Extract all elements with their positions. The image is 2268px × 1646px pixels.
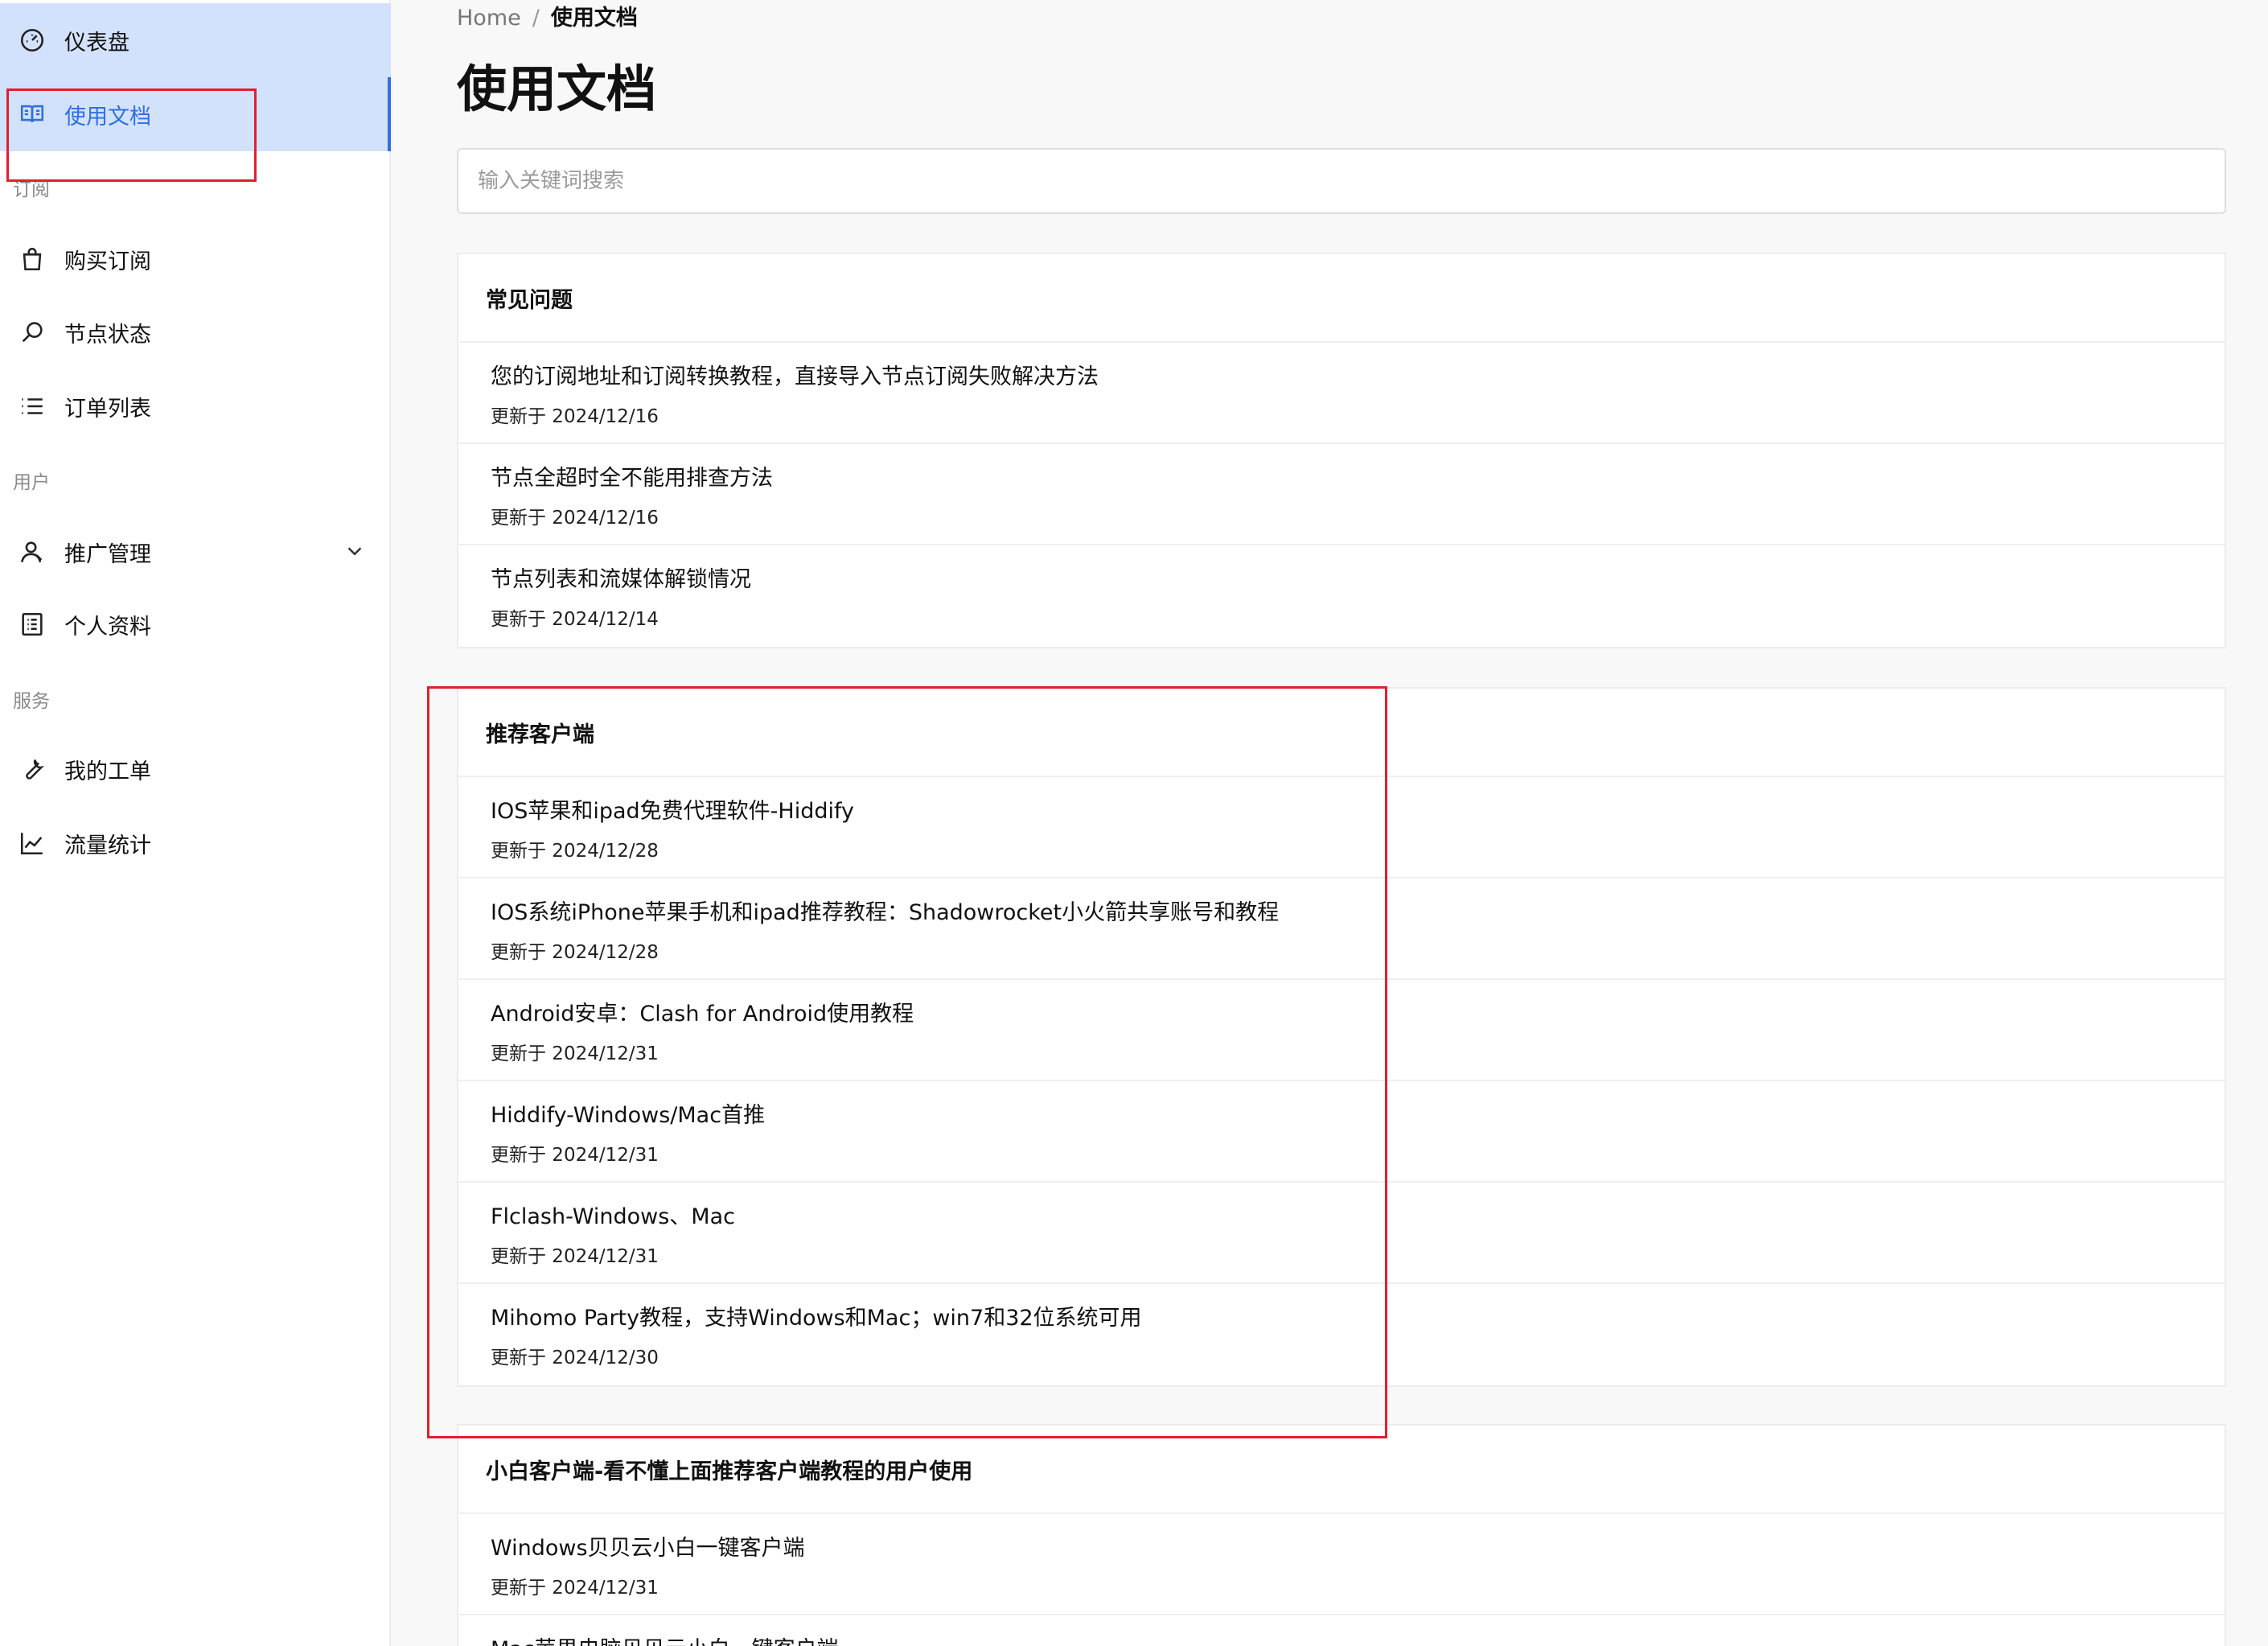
sidebar-item-traffic-stats[interactable]: 流量统计	[0, 806, 391, 880]
breadcrumb-current: 使用文档	[550, 6, 638, 31]
list-icon	[16, 390, 48, 422]
list-item[interactable]: 节点列表和流媒体解锁情况 更新于 2024/12/14	[458, 545, 2225, 647]
sidebar-item-tickets[interactable]: 我的工单	[0, 732, 391, 806]
sidebar-item-label: 购买订阅	[64, 249, 151, 274]
sidebar-group-subscription: 订阅	[13, 179, 50, 200]
section-faq: 常见问题 您的订阅地址和订阅转换教程，直接导入节点订阅失败解决方法 更新于 20…	[457, 253, 2226, 648]
article-title: 节点列表和流媒体解锁情况	[491, 567, 751, 592]
sidebar-item-node-status[interactable]: 节点状态	[0, 295, 391, 369]
search-icon	[16, 316, 48, 348]
profile-icon	[16, 608, 48, 640]
chevron-down-icon[interactable]	[343, 539, 367, 563]
article-date: 更新于 2024/12/14	[491, 609, 659, 630]
list-item[interactable]: Mac苹果电脑贝贝云小白一键客户端	[458, 1615, 2225, 1646]
search-input[interactable]	[457, 148, 2226, 214]
sidebar: 仪表盘 使用文档 订阅 购买订阅 节点状态 订单列表 用户 推广管理 个人资料 …	[0, 0, 391, 1646]
article-date: 更新于 2024/12/31	[491, 1043, 659, 1064]
list-item[interactable]: Hiddify-Windows/Mac首推 更新于 2024/12/31	[458, 1081, 2225, 1183]
article-title: Android安卓：Clash for Android使用教程	[491, 1002, 914, 1027]
sidebar-item-order-list[interactable]: 订单列表	[0, 369, 391, 443]
article-title: Mihomo Party教程，支持Windows和Mac；win7和32位系统可…	[491, 1306, 1142, 1331]
sidebar-item-label: 订单列表	[64, 396, 151, 422]
article-title: IOS系统iPhone苹果手机和ipad推荐教程：Shadowrocket小火箭…	[491, 900, 1280, 925]
sidebar-item-profile[interactable]: 个人资料	[0, 587, 391, 661]
article-title: 您的订阅地址和订阅转换教程，直接导入节点订阅失败解决方法	[491, 364, 1099, 389]
article-date: 更新于 2024/12/16	[491, 406, 659, 427]
article-title: IOS苹果和ipad免费代理软件-Hiddify	[491, 799, 855, 824]
book-icon	[16, 98, 48, 130]
list-item[interactable]: Flclash-Windows、Mac 更新于 2024/12/31	[458, 1183, 2225, 1284]
sidebar-item-dashboard[interactable]: 仪表盘	[0, 3, 391, 77]
sidebar-item-label: 使用文档	[64, 104, 151, 130]
sidebar-item-label: 流量统计	[64, 833, 151, 858]
article-date: 更新于 2024/12/28	[491, 942, 659, 963]
breadcrumb: Home / 使用文档	[457, 0, 638, 31]
shopping-bag-icon	[16, 243, 48, 275]
section-beginner-clients: 小白客户端-看不懂上面推荐客户端教程的用户使用 Windows贝贝云小白一键客户…	[457, 1424, 2226, 1646]
list-item[interactable]: Mihomo Party教程，支持Windows和Mac；win7和32位系统可…	[458, 1284, 2225, 1385]
page-title: 使用文档	[457, 60, 657, 118]
sidebar-item-label: 推广管理	[64, 541, 151, 567]
article-title: Windows贝贝云小白一键客户端	[491, 1536, 805, 1561]
wrench-icon	[16, 753, 48, 785]
article-date: 更新于 2024/12/28	[491, 841, 659, 862]
article-title: 节点全超时全不能用排查方法	[491, 466, 773, 491]
sidebar-group-service: 服务	[13, 691, 50, 712]
list-item[interactable]: IOS苹果和ipad免费代理软件-Hiddify 更新于 2024/12/28	[458, 777, 2225, 879]
list-item[interactable]: Android安卓：Clash for Android使用教程 更新于 2024…	[458, 980, 2225, 1081]
sidebar-group-user: 用户	[13, 472, 50, 493]
article-title: Hiddify-Windows/Mac首推	[491, 1103, 766, 1128]
dashboard-icon	[16, 24, 48, 56]
breadcrumb-separator: /	[532, 6, 540, 31]
breadcrumb-home[interactable]: Home	[457, 6, 521, 31]
article-title: Flclash-Windows、Mac	[491, 1204, 735, 1229]
list-item[interactable]: 节点全超时全不能用排查方法 更新于 2024/12/16	[458, 444, 2225, 545]
article-date: 更新于 2024/12/30	[491, 1348, 659, 1368]
sidebar-item-promotion[interactable]: 推广管理	[0, 515, 391, 589]
user-icon	[16, 536, 48, 568]
chart-icon	[16, 827, 48, 859]
article-date: 更新于 2024/12/31	[491, 1246, 659, 1267]
section-title: 推荐客户端	[458, 689, 2225, 777]
list-item[interactable]: Windows贝贝云小白一键客户端 更新于 2024/12/31	[458, 1514, 2225, 1615]
article-date: 更新于 2024/12/31	[491, 1578, 659, 1599]
sidebar-item-label: 我的工单	[64, 759, 151, 784]
list-item[interactable]: 您的订阅地址和订阅转换教程，直接导入节点订阅失败解决方法 更新于 2024/12…	[458, 343, 2225, 444]
article-title: Mac苹果电脑贝贝云小白一键客户端	[491, 1632, 839, 1646]
section-title: 常见问题	[458, 254, 2225, 343]
section-title: 小白客户端-看不懂上面推荐客户端教程的用户使用	[458, 1426, 2225, 1514]
sidebar-item-buy-subscription[interactable]: 购买订阅	[0, 222, 391, 296]
section-recommended-clients: 推荐客户端 IOS苹果和ipad免费代理软件-Hiddify 更新于 2024/…	[457, 687, 2226, 1387]
list-item[interactable]: IOS系统iPhone苹果手机和ipad推荐教程：Shadowrocket小火箭…	[458, 879, 2225, 980]
sidebar-item-docs[interactable]: 使用文档	[0, 77, 391, 151]
sidebar-item-label: 节点状态	[64, 322, 151, 348]
sidebar-item-label: 个人资料	[64, 614, 151, 640]
article-date: 更新于 2024/12/16	[491, 508, 659, 529]
article-date: 更新于 2024/12/31	[491, 1145, 659, 1166]
sidebar-item-label: 仪表盘	[64, 30, 129, 56]
